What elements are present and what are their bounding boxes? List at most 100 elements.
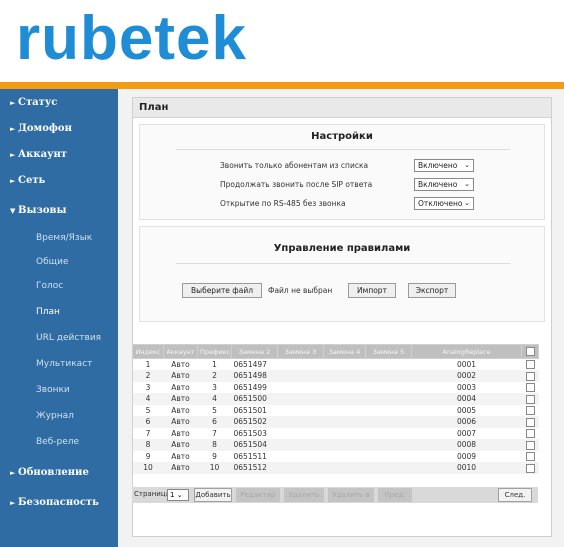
- column-header[interactable]: Замена 2: [231, 344, 278, 359]
- select-all-header: [521, 344, 539, 359]
- table-row[interactable]: 4 Авто 4 0651500 0004: [132, 393, 539, 405]
- sidebar-item-network[interactable]: ► Сеть: [0, 169, 118, 193]
- table-cell: 2: [197, 370, 232, 382]
- column-header[interactable]: Индекс: [132, 344, 164, 359]
- sidebar-subitem-ringtones[interactable]: Звонки: [0, 379, 118, 401]
- sidebar-subitem-plan[interactable]: План: [0, 301, 118, 323]
- table-cell: [324, 405, 366, 417]
- row-select-cell: [522, 451, 539, 463]
- setting-label-whitelist: Звонить только абонентам из списка: [220, 161, 369, 170]
- divider: [176, 263, 510, 264]
- row-checkbox[interactable]: [525, 417, 535, 427]
- sidebar: ► Статус ► Домофон ► Аккаунт ► Сеть ▼ Вызовы …: [0, 89, 118, 547]
- row-checkbox[interactable]: [525, 406, 535, 415]
- row-checkbox[interactable]: [525, 383, 535, 392]
- table-cell: [366, 405, 412, 417]
- table-cell: 4: [132, 393, 164, 405]
- chevron-right-icon: ►: [10, 498, 16, 507]
- edit-button[interactable]: Редактир: [236, 488, 280, 502]
- sidebar-subitem-multicast[interactable]: Мультикаст: [0, 353, 118, 375]
- table-cell: 0651500: [231, 393, 278, 405]
- chevron-right-icon: ►: [10, 98, 16, 107]
- table-cell: 2: [132, 370, 164, 382]
- choose-file-button[interactable]: Выберите файл: [182, 283, 262, 298]
- table-cell: [324, 382, 366, 394]
- column-header[interactable]: Замена 4: [323, 344, 366, 359]
- chevron-down-icon: ⌄: [464, 199, 470, 207]
- table-cell: 4: [197, 393, 232, 405]
- row-checkbox[interactable]: [525, 394, 535, 404]
- table-cell: 1: [145, 360, 151, 369]
- prev-page-button[interactable]: Пред.: [378, 488, 412, 502]
- column-header[interactable]: Префикс: [197, 344, 232, 359]
- continue-call-select[interactable]: Включено ⌄: [414, 178, 474, 191]
- whitelist-select[interactable]: Включено ⌄: [414, 159, 474, 172]
- delete-all-button[interactable]: Удалить в: [328, 488, 374, 502]
- table-cell: [323, 462, 366, 474]
- row-checkbox[interactable]: [525, 452, 535, 461]
- column-header[interactable]: Аккаунт: [163, 344, 198, 359]
- table-cell: 0651497: [233, 360, 267, 369]
- sidebar-subitem-web-relay[interactable]: Веб-реле: [0, 431, 118, 453]
- accent-bar: [0, 82, 564, 89]
- sidebar-item-update[interactable]: ► Обновление: [0, 461, 118, 485]
- table-row[interactable]: 6 Авто 6 0651502 0006: [132, 416, 539, 428]
- table-cell: 6: [132, 416, 164, 428]
- sidebar-item-security[interactable]: ► Безопасность: [0, 491, 118, 515]
- row-checkbox[interactable]: [525, 463, 535, 473]
- table-cell: [278, 428, 324, 440]
- table-cell: 5: [212, 405, 217, 415]
- table-row[interactable]: 2 Авто 2 0651498 0002: [132, 370, 539, 382]
- table-cell: 1: [212, 360, 217, 369]
- sidebar-subitem-general[interactable]: Общие: [0, 251, 118, 273]
- row-select-cell: [521, 416, 539, 428]
- settings-title: Настройки: [311, 131, 373, 142]
- table-cell: 0010: [411, 462, 522, 474]
- sidebar-subitem-voice[interactable]: Голос: [0, 275, 118, 297]
- import-button[interactable]: Импорт: [348, 283, 396, 298]
- table-cell: [278, 382, 324, 394]
- sidebar-item-calls[interactable]: ▼ Вызовы: [0, 199, 118, 223]
- table-row[interactable]: 8 Авто 8 0651504 0008: [132, 439, 539, 451]
- table-cell: [278, 405, 324, 417]
- row-checkbox[interactable]: [525, 429, 535, 438]
- table-cell: 5: [145, 405, 151, 415]
- export-button[interactable]: Экспорт: [408, 283, 456, 298]
- rs485-select[interactable]: Отключено ⌄: [414, 197, 474, 210]
- column-header[interactable]: Замена 3: [277, 344, 324, 359]
- select-all-checkbox[interactable]: [525, 347, 535, 356]
- table-row[interactable]: 3 Авто 3 0651499 0003: [133, 382, 539, 394]
- table-row[interactable]: 10 Авто 10 0651512 0010: [132, 462, 539, 474]
- row-checkbox[interactable]: [525, 371, 535, 381]
- sidebar-subitem-url-actions[interactable]: URL действия: [0, 327, 118, 349]
- table-cell: [365, 393, 412, 405]
- table-cell: [324, 359, 366, 371]
- column-header[interactable]: AnalogReplace: [411, 344, 522, 359]
- delete-button[interactable]: Удалить: [284, 488, 324, 502]
- sidebar-subitem-log[interactable]: Журнал: [0, 405, 118, 427]
- row-checkbox[interactable]: [525, 360, 535, 370]
- row-select-cell: [521, 370, 539, 382]
- sidebar-item-status[interactable]: ► Статус: [0, 91, 118, 115]
- page-select[interactable]: 1 ⌄: [167, 489, 189, 501]
- sidebar-item-account[interactable]: ► Аккаунт: [0, 143, 118, 167]
- row-checkbox[interactable]: [525, 440, 535, 450]
- table-cell: 0651502: [231, 416, 278, 428]
- table-cell: 0001: [456, 360, 477, 369]
- table-cell: Авто: [171, 405, 190, 415]
- table-cell: 10: [132, 462, 164, 474]
- table-cell: 8: [132, 439, 164, 451]
- table-row[interactable]: 9 Авто 9 0651511 0009: [133, 451, 539, 463]
- table-row[interactable]: 1 Авто 1 0651497 0001: [133, 359, 539, 371]
- table-cell: 0651498: [231, 370, 278, 382]
- table-cell: 3: [145, 382, 151, 392]
- chevron-down-icon: ▼: [10, 206, 16, 215]
- sidebar-subitem-time-lang[interactable]: Время/Язык: [0, 227, 118, 249]
- sidebar-item-intercom[interactable]: ► Домофон: [0, 117, 118, 141]
- add-button[interactable]: Добавить: [194, 488, 232, 502]
- table-row[interactable]: 7 Авто 7 0651503 0007: [133, 428, 539, 440]
- column-header[interactable]: Замена 5: [365, 344, 412, 359]
- table-row[interactable]: 5 Авто 5 0651501 0005: [133, 405, 539, 417]
- table-cell: [365, 416, 412, 428]
- next-page-button[interactable]: След.: [498, 488, 532, 502]
